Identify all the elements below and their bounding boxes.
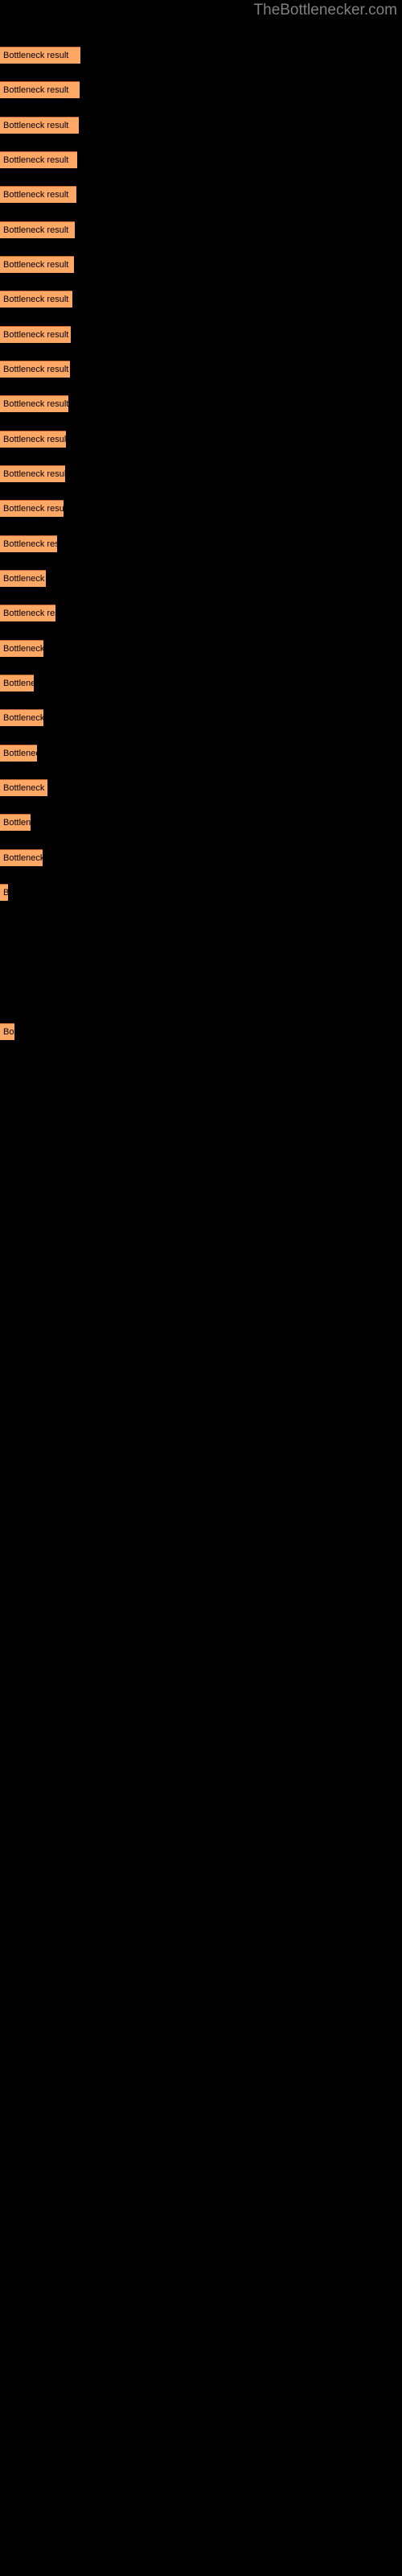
bottleneck-result-bar[interactable]: Bottleneck result [0, 47, 80, 64]
bottleneck-result-bar[interactable]: Bottleneck result [0, 465, 65, 483]
bottleneck-result-bar[interactable]: Bottleneck result [0, 186, 76, 204]
bottleneck-result-bar[interactable]: Bottleneck result [0, 81, 80, 99]
bar-label: Bottleneck result [3, 609, 55, 618]
bar-label: Bottleneck result [3, 539, 57, 549]
bar-label: Bottleneck result [3, 783, 47, 793]
bottleneck-result-bar[interactable]: Bottleneck result [0, 1023, 14, 1041]
bar-label: Bottleneck result [3, 574, 46, 584]
bar-label: Bottleneck result [3, 469, 65, 479]
bottleneck-result-bar[interactable]: Bottleneck result [0, 535, 57, 553]
bar-label: Bottleneck result [3, 504, 64, 514]
bar-label: Bottleneck result [3, 1027, 14, 1037]
bottleneck-result-bar[interactable]: Bottleneck result [0, 151, 77, 169]
bar-label: Bottleneck result [3, 330, 69, 340]
bar-label: Bottleneck result [3, 295, 69, 304]
bar-label: Bottleneck result [3, 121, 69, 130]
bar-label: Bottleneck result [3, 155, 69, 165]
bar-label: Bottleneck result [3, 713, 43, 723]
bottleneck-result-bar[interactable]: Bottleneck result [0, 884, 8, 902]
bar-label: Bottleneck result [3, 749, 37, 758]
bar-label: Bottleneck result [3, 365, 69, 374]
bottleneck-result-bar[interactable]: Bottleneck result [0, 221, 75, 239]
bottleneck-result-bar[interactable]: Bottleneck result [0, 291, 72, 308]
bottleneck-bar-chart: Bottleneck result Bottleneck result Bottle… [0, 0, 402, 2576]
bar-label: Bottleneck result [3, 51, 69, 60]
bottleneck-result-bar[interactable]: Bottleneck result [0, 500, 64, 518]
bar-label: Bottleneck result [3, 190, 69, 200]
bottleneck-result-bar[interactable]: Bottleneck result [0, 605, 55, 622]
bar-label: Bottleneck result [3, 435, 66, 444]
bottleneck-result-bar[interactable]: Bottleneck result [0, 361, 70, 378]
bar-label: Bottleneck result [3, 818, 31, 828]
bar-label: Bottleneck result [3, 885, 8, 901]
bar-label: Bottleneck result [3, 853, 43, 863]
bottleneck-result-bar[interactable]: Bottleneck result [0, 814, 31, 832]
bottleneck-result-bar[interactable]: Bottleneck result [0, 709, 43, 727]
bottleneck-result-bar[interactable]: Bottleneck result [0, 675, 34, 692]
bar-label: Bottleneck result [3, 260, 69, 270]
bar-label: Bottleneck result [3, 225, 69, 235]
bar-label: Bottleneck result [3, 399, 68, 409]
bottleneck-result-bar[interactable]: Bottleneck result [0, 326, 71, 344]
bottleneck-result-bar[interactable]: Bottleneck result [0, 640, 43, 658]
bottleneck-result-bar[interactable]: Bottleneck result [0, 745, 37, 762]
bottleneck-result-bar[interactable]: Bottleneck result [0, 849, 43, 867]
bottleneck-result-bar[interactable]: Bottleneck result [0, 256, 74, 274]
bottleneck-result-bar[interactable]: Bottleneck result [0, 431, 66, 448]
bar-label: Bottleneck result [3, 85, 69, 95]
bottleneck-result-bar[interactable]: Bottleneck result [0, 117, 79, 134]
bottleneck-result-bar[interactable]: Bottleneck result [0, 570, 46, 588]
bar-label: Bottleneck result [3, 644, 43, 654]
bottleneck-result-bar[interactable]: Bottleneck result [0, 395, 68, 413]
bottleneck-result-bar[interactable]: Bottleneck result [0, 779, 47, 797]
bar-label: Bottleneck result [3, 679, 34, 688]
